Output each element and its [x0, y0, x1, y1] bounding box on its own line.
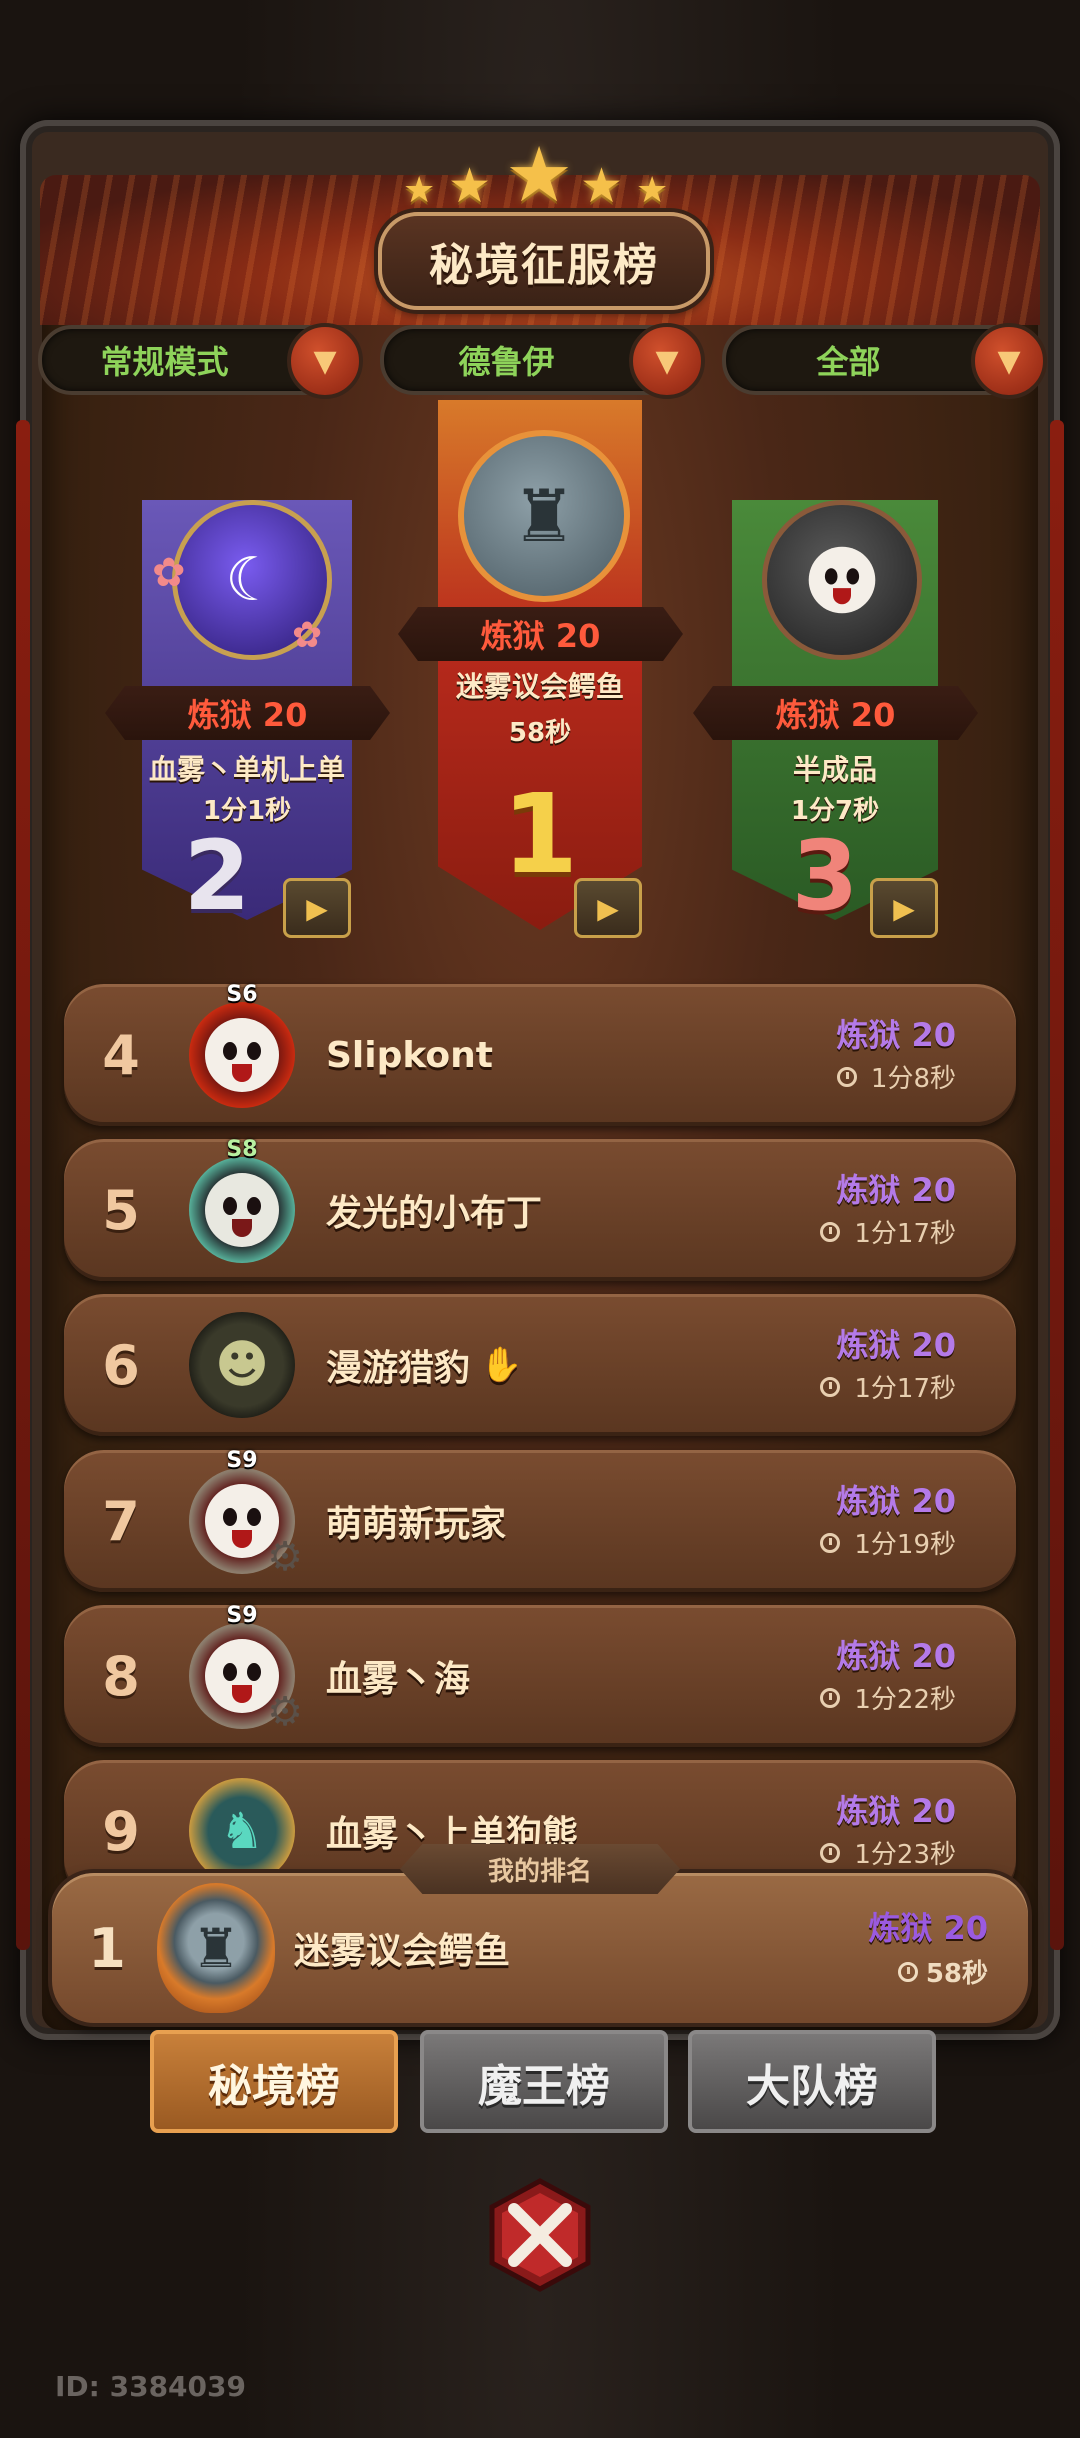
table-row[interactable]: 8 S9 ⚙ 血雾丶海 炼狱 20 1分22秒 [64, 1603, 1016, 1747]
podium-first[interactable]: ♜ 迷雾议会鳄鱼 58秒 1 [438, 400, 642, 930]
row-player-name: 血雾丶海 [326, 1659, 471, 1700]
row-player-name: 漫游猎豹 [326, 1348, 471, 1389]
emoji-icon: ✋ [480, 1345, 523, 1385]
row-rank: 4 [102, 1023, 140, 1087]
row-player-name: 发光的小布丁 [326, 1193, 543, 1234]
avatar: S9 ⚙ [189, 1448, 303, 1580]
row-difficulty: 炼狱 20 [836, 1637, 956, 1675]
row-rank: 6 [102, 1333, 140, 1397]
clock-icon [820, 1687, 841, 1708]
knight-helmet-icon: ♜ [511, 474, 577, 558]
row-player-name: Slipkont [326, 1034, 493, 1076]
moon-star-icon: ☾ [225, 545, 279, 615]
video-replay-icon[interactable]: ▶ [870, 878, 938, 938]
avatar: ♜ [157, 1883, 275, 2013]
star-icon: ★ [403, 170, 436, 211]
avatar: ♜ [458, 430, 630, 602]
my-rank-label: 我的排名 [400, 1844, 680, 1894]
mode-filter-dropdown[interactable]: 常规模式 ▼ [38, 323, 363, 399]
table-row[interactable]: 7 S9 ⚙ 萌萌新玩家 炼狱 20 1分19秒 [64, 1448, 1016, 1592]
scope-filter-dropdown[interactable]: 全部 ▼ [722, 323, 1047, 399]
my-rank-number: 1 [88, 1916, 126, 1980]
row-time: 1分17秒 [854, 1374, 956, 1404]
stars-decoration: ★ ★ ★ ★ ★ [0, 130, 1080, 219]
row-time: 1分19秒 [854, 1530, 956, 1560]
table-row[interactable]: 5 S8 发光的小布丁 炼狱 20 1分17秒 [64, 1137, 1016, 1281]
page-title-plate: 秘境征服榜 [378, 212, 710, 310]
clock-icon [820, 1842, 841, 1863]
podium-second-difficulty: 炼狱 20 [105, 686, 390, 740]
podium-second-name: 血雾丶单机上单 [148, 753, 345, 786]
row-rank: 5 [102, 1178, 140, 1242]
row-time: 1分23秒 [854, 1840, 956, 1870]
my-rank-difficulty: 炼狱 20 [868, 1909, 988, 1947]
row-difficulty: 炼狱 20 [836, 1326, 956, 1364]
row-player-name: 萌萌新玩家 [326, 1504, 507, 1545]
clock-icon [820, 1532, 841, 1553]
gear-icon: ⚙ [267, 1689, 303, 1735]
star-icon: ★ [505, 130, 574, 219]
season-badge: S9 [226, 1603, 258, 1628]
chevron-down-icon[interactable]: ▼ [629, 323, 705, 399]
chevron-down-icon[interactable]: ▼ [971, 323, 1047, 399]
season-badge: S6 [226, 982, 258, 1007]
page-title: 秘境征服榜 [429, 240, 659, 291]
tab-secret-realm[interactable]: 秘境榜 [150, 2030, 398, 2133]
avatar: S8 [189, 1137, 295, 1263]
close-button[interactable] [480, 2175, 600, 2295]
row-rank: 8 [102, 1644, 140, 1708]
row-time: 1分22秒 [854, 1685, 956, 1715]
table-row[interactable]: 4 S6 Slipkont 炼狱 20 1分8秒 [64, 982, 1016, 1126]
gear-icon: ⚙ [267, 1534, 303, 1580]
row-time: 1分8秒 [870, 1064, 956, 1094]
avatar [762, 500, 922, 660]
scope-filter-label: 全部 [816, 343, 881, 381]
clock-icon [820, 1376, 841, 1397]
flower-icon: ✿ [152, 550, 186, 596]
star-icon: ★ [636, 170, 669, 211]
video-replay-icon[interactable]: ▶ [574, 878, 642, 938]
player-id: ID: 3384039 [55, 2370, 246, 2403]
avatar: ☻ [189, 1312, 295, 1418]
table-row[interactable]: 6 ☻ 漫游猎豹 ✋ 炼狱 20 1分17秒 [64, 1294, 1016, 1436]
row-difficulty: 炼狱 20 [836, 1792, 956, 1830]
avatar: ♞ [189, 1778, 295, 1884]
left-side-bar [16, 420, 30, 1950]
dragon-icon: ♞ [219, 1802, 265, 1860]
flower-icon: ✿ [292, 615, 323, 656]
podium-first-difficulty: 炼狱 20 [398, 607, 683, 661]
knight-helmet-icon: ♜ [191, 1916, 241, 1980]
my-rank-row[interactable]: 1 ♜ 迷雾议会鳄鱼 炼狱 20 58秒 [52, 1873, 1028, 2023]
row-difficulty: 炼狱 20 [836, 1171, 956, 1209]
podium-first-time: 58秒 [508, 718, 572, 748]
row-difficulty: 炼狱 20 [836, 1016, 956, 1054]
clock-icon [820, 1221, 841, 1242]
close-icon [489, 2178, 591, 2292]
right-side-bar [1050, 420, 1064, 1950]
star-icon: ★ [448, 158, 492, 214]
avatar: S6 [189, 982, 295, 1108]
season-badge: S8 [226, 1137, 258, 1162]
star-icon: ★ [580, 158, 624, 214]
tab-demon-king[interactable]: 魔王榜 [420, 2030, 668, 2133]
goblin-face-icon: ☻ [214, 1335, 270, 1395]
clock-icon [836, 1066, 857, 1087]
season-badge: S9 [226, 1448, 258, 1473]
row-rank: 7 [102, 1489, 140, 1553]
row-time: 1分17秒 [854, 1219, 956, 1249]
video-replay-icon[interactable]: ▶ [283, 878, 351, 938]
class-filter-label: 德鲁伊 [458, 343, 555, 381]
chevron-down-icon[interactable]: ▼ [287, 323, 363, 399]
row-difficulty: 炼狱 20 [836, 1482, 956, 1520]
my-rank-name: 迷雾议会鳄鱼 [294, 1931, 511, 1972]
podium-third-name: 半成品 [792, 753, 877, 786]
mode-filter-label: 常规模式 [100, 343, 229, 381]
podium-third-difficulty: 炼狱 20 [693, 686, 978, 740]
tab-team[interactable]: 大队榜 [688, 2030, 936, 2133]
avatar: S9 ⚙ [189, 1603, 303, 1735]
my-rank-time: 58秒 [925, 1959, 988, 1989]
clock-icon [897, 1961, 918, 1982]
class-filter-dropdown[interactable]: 德鲁伊 ▼ [380, 323, 705, 399]
podium-first-name: 迷雾议会鳄鱼 [455, 670, 624, 703]
